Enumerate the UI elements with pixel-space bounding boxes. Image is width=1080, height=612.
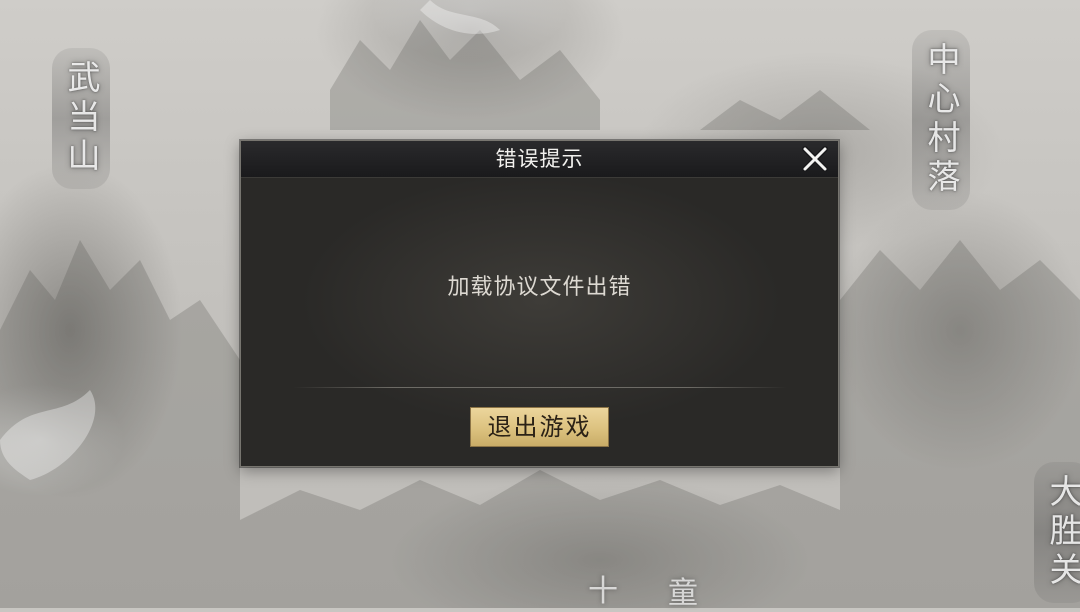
close-button[interactable]	[798, 144, 832, 174]
map-place-label-partial[interactable]: 童	[668, 568, 698, 612]
map-place-label-zhongxincunluo[interactable]: 中心村落	[912, 30, 970, 210]
map-place-label-wudangshan[interactable]: 武当山	[52, 48, 110, 189]
exit-game-button[interactable]: 退出游戏	[470, 407, 609, 447]
map-place-label-partial[interactable]: 十	[588, 566, 618, 610]
dialog-title: 错误提示	[495, 147, 584, 171]
dialog-divider	[293, 387, 787, 388]
error-dialog: 错误提示 加载协议文件出错 退出游戏	[240, 140, 839, 467]
map-place-label-dashengguan[interactable]: 大胜关	[1034, 462, 1080, 603]
close-x-icon	[802, 146, 828, 172]
error-message: 加载协议文件出错	[447, 275, 632, 300]
